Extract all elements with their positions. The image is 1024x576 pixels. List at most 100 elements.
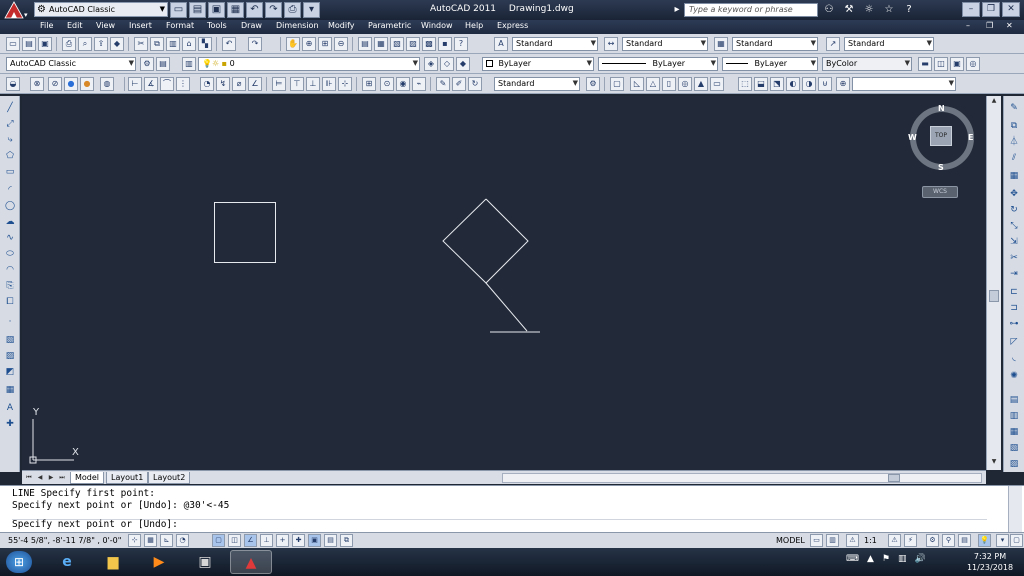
doc-close-icon[interactable]: ✕ [1006,21,1013,30]
undo-icon[interactable]: ↶ [246,2,263,18]
polygon-icon[interactable]: ⬠ [3,150,17,163]
layer-properties-icon[interactable]: ▥ [182,57,196,71]
grid-icon[interactable]: ▦ [144,534,157,547]
help-icon[interactable]: ? [900,2,918,18]
drawing-area[interactable]: Y X N S E W TOP WCS [22,96,986,470]
tab-layout2[interactable]: Layout2 [148,472,191,484]
spline-icon[interactable]: ∿ [3,232,17,245]
linear-dim-icon[interactable]: ⊢ [128,77,142,91]
quick-dim-icon[interactable]: ⊨ [272,77,286,91]
vertical-scrollbar[interactable]: ▲ ▼ [986,96,1001,470]
revcloud-icon[interactable]: ☁ [3,216,17,229]
radius-icon[interactable]: ◔ [200,77,214,91]
3d-dwf-icon[interactable]: ◆ [110,37,124,51]
render-icon[interactable]: ◒ [6,77,20,91]
point-icon[interactable]: · [3,316,17,329]
save-as-icon[interactable]: ▦ [227,2,244,18]
join-icon[interactable]: ⊶ [1007,318,1021,331]
rotate-icon[interactable]: ↻ [1007,204,1021,217]
torus-icon[interactable]: ◎ [678,77,692,91]
bring-above-icon[interactable]: ▧ [1007,442,1021,455]
sheet-set-icon[interactable]: ▨ [406,37,420,51]
annotation-visibility-icon[interactable]: ⚠ [888,534,901,547]
3d-orbit-icon[interactable]: ◎ [966,57,980,71]
osnap-icon[interactable]: ▢ [212,534,225,547]
vertical-scroll-thumb[interactable] [989,290,999,302]
auto-scale-icon[interactable]: ⚡ [904,534,917,547]
plot-icon[interactable]: ⎙ [62,37,76,51]
break-icon[interactable]: ⊐ [1007,302,1021,315]
square-shape[interactable] [214,202,276,263]
command-window[interactable]: LINE Specify first point: Specify next p… [0,485,1024,533]
color-select[interactable]: ByLayer ▼ [482,57,594,71]
aligned-dim-icon[interactable]: ∡ [144,77,158,91]
workspace-select[interactable]: ⚙ AutoCAD Classic ▼ [34,2,168,17]
clean-screen-icon[interactable]: ▢ [1010,534,1023,547]
qnew-icon[interactable]: ▭ [6,37,20,51]
baseline-icon[interactable]: ⊤ [290,77,304,91]
angular-icon[interactable]: ∠ [248,77,262,91]
network-icon[interactable]: ▥ [898,554,907,564]
file-explorer-icon[interactable]: ▆ [92,550,134,574]
customize-icon[interactable]: ▤ [156,57,170,71]
zoom-previous-icon[interactable]: ⊖ [334,37,348,51]
doc-restore-icon[interactable]: ❐ [986,21,993,30]
doc-minimize-icon[interactable]: – [966,21,970,30]
dim-style-icon[interactable]: ↔ [604,37,618,51]
layer-previous-icon[interactable]: ◇ [440,57,454,71]
subscription-icon[interactable]: ⚒ [840,2,858,18]
quick-properties-icon[interactable]: ▤ [324,534,337,547]
quick-view-drawings-icon[interactable]: ▥ [826,534,839,547]
quick-view-layouts-icon[interactable]: ▭ [810,534,823,547]
array-icon[interactable]: ▦ [1007,170,1021,183]
make-current-layer-icon[interactable]: ◈ [424,57,438,71]
layer-select[interactable]: 💡☼ ▪ 0 ▼ [198,57,420,71]
diameter-icon[interactable]: ⌀ [232,77,246,91]
revolve-icon[interactable]: ◐ [786,77,800,91]
diamond-shape[interactable] [442,198,529,284]
hardware-acceleration-icon[interactable]: ▤ [958,534,971,547]
3d-osnap-icon[interactable]: ◫ [228,534,241,547]
isolate-objects-icon[interactable]: 💡 [978,534,991,547]
text-style-icon[interactable]: A [494,37,508,51]
plotstyle-select[interactable]: ByColor ▼ [822,57,912,71]
mleader-style-select[interactable]: Standard ▼ [844,37,934,51]
pyramid-icon[interactable]: ▲ [694,77,708,91]
workspace-settings-icon[interactable]: ⚙ [140,57,154,71]
undo-icon[interactable]: ↶ [222,37,236,51]
wcs-menu[interactable]: WCS [922,186,958,198]
table-style-icon[interactable]: ▦ [714,37,728,51]
menu-insert[interactable]: Insert [129,21,152,30]
trim-icon[interactable]: ✂ [1007,252,1021,265]
menu-modify[interactable]: Modify [328,21,355,30]
mleader-style-icon[interactable]: ↗ [826,37,840,51]
autocad-taskbar-icon[interactable]: ▲ [230,550,272,574]
transparency-icon[interactable]: ▣ [308,534,321,547]
erase-icon[interactable]: ✎ [1007,102,1021,115]
continue-icon[interactable]: ⊥ [306,77,320,91]
mirror-icon[interactable]: ⏃ [1007,136,1021,149]
ellipse-icon[interactable]: ⬭ [3,248,17,261]
match-properties-icon[interactable]: ⌂ [182,37,196,51]
selection-cycling-icon[interactable]: ⧉ [340,534,353,547]
gradient-icon[interactable]: ▨ [3,350,17,363]
menu-draw[interactable]: Draw [241,21,262,30]
zoom-realtime-icon[interactable]: ⊕ [302,37,316,51]
redo-icon[interactable]: ↷ [265,2,282,18]
menu-format[interactable]: Format [166,21,194,30]
publish-icon[interactable]: ⇪ [94,37,108,51]
compass-north[interactable]: N [938,104,945,113]
menu-dimension[interactable]: Dimension [276,21,319,30]
tab-layout1[interactable]: Layout1 [106,472,149,484]
horizontal-scroll-thumb[interactable] [888,474,900,482]
show-hidden-icons-icon[interactable]: ▲ [867,554,874,564]
command-scrollbar[interactable] [1008,486,1022,533]
ducs-icon[interactable]: ⊥ [260,534,273,547]
paste-icon[interactable]: ▥ [166,37,180,51]
presspull-icon[interactable]: ⬓ [754,77,768,91]
restore-icon[interactable]: ❐ [982,2,1000,17]
insert-block-icon[interactable]: ⎘ [3,280,17,293]
polyline-icon[interactable]: ⤷ [3,134,17,147]
autocad-logo-icon[interactable]: ▾ [2,0,32,20]
copy-icon[interactable]: ⧉ [150,37,164,51]
